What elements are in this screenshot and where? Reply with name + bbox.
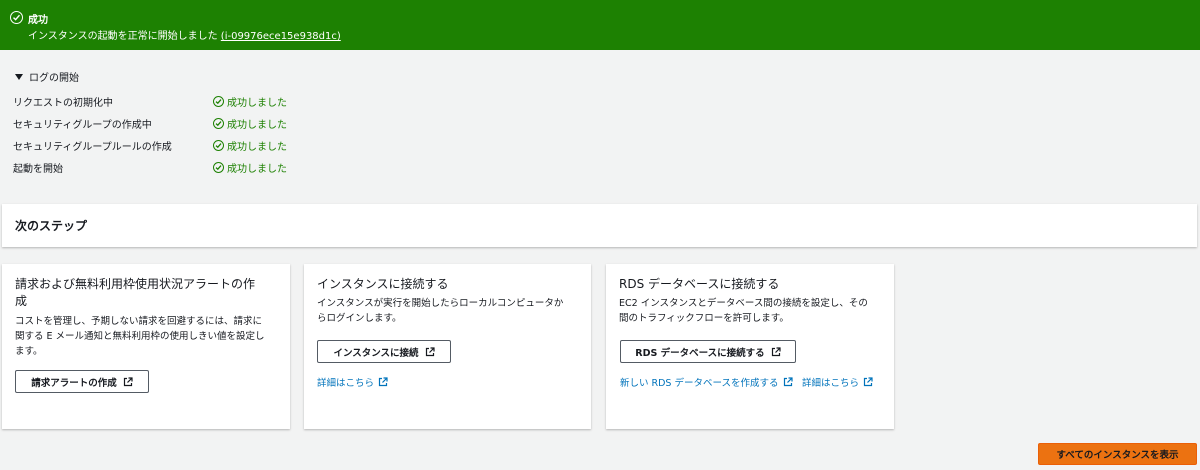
card-description: コストを管理し、予期しない請求を回避するには、請求に 関する E メール通知と無… xyxy=(15,314,265,359)
check-circle-icon xyxy=(213,162,224,173)
button-label: RDS データベースに接続する xyxy=(635,347,765,359)
external-link-icon xyxy=(863,377,873,387)
log-row-status-text: 成功しました xyxy=(227,98,287,109)
log-row-status-text: 成功しました xyxy=(227,164,287,175)
learn-more-link[interactable]: 詳細はこちら xyxy=(317,375,388,389)
card-title: 請求および無料利用枠使用状況アラートの作 成 xyxy=(15,276,255,310)
connect-rds-button[interactable]: RDS データベースに接続する xyxy=(620,340,796,363)
link-label: 新しい RDS データベースを作成する xyxy=(620,378,779,389)
log-row-status: 成功しました xyxy=(213,138,287,153)
connect-instance-card: インスタンスに接続する インスタンスが実行を開始したらローカルコンピュータか ら… xyxy=(304,264,591,429)
card-description: EC2 インスタンスとデータベース間の接続を設定し、その 間のトラフィックフロー… xyxy=(619,296,868,326)
card-description-line: らログインします。 xyxy=(317,313,402,324)
caret-down-icon xyxy=(15,73,23,80)
card-description-line: インスタンスが実行を開始したらローカルコンピュータか xyxy=(317,298,564,309)
log-row: セキュリティグループルールの作成 成功しました xyxy=(13,138,313,153)
rds-connect-card: RDS データベースに接続する EC2 インスタンスとデータベース間の接続を設定… xyxy=(606,264,894,429)
log-row-status: 成功しました xyxy=(213,94,287,109)
check-circle-icon xyxy=(213,118,224,129)
log-row-status: 成功しました xyxy=(213,160,287,175)
check-circle-icon xyxy=(10,11,23,24)
log-row-status-text: 成功しました xyxy=(227,120,287,131)
external-link-icon xyxy=(123,376,133,386)
log-row-label: リクエストの初期化中 xyxy=(13,98,113,109)
learn-more-link[interactable]: 詳細はこちら xyxy=(802,375,873,389)
instance-id-link[interactable]: (i-09976ece15e938d1c) xyxy=(221,31,341,42)
create-rds-link[interactable]: 新しい RDS データベースを作成する xyxy=(620,375,793,389)
card-title: インスタンスに接続する xyxy=(317,277,449,291)
check-circle-icon xyxy=(213,140,224,151)
card-title-line: 成 xyxy=(15,294,28,308)
banner-message-text: インスタンスの起動を正常に開始しました xyxy=(28,31,218,42)
log-heading: ログの開始 xyxy=(29,73,79,84)
external-link-icon xyxy=(771,346,781,356)
billing-alert-card: 請求および無料利用枠使用状況アラートの作 成 コストを管理し、予期しない請求を回… xyxy=(2,264,290,429)
card-description-line: ます。 xyxy=(15,346,43,357)
card-description-line: 関する E メール通知と無料利用枠の使用しきい値を設定し xyxy=(15,331,265,342)
card-description-line: 間のトラフィックフローを許可します。 xyxy=(619,313,789,324)
check-circle-icon xyxy=(213,96,224,107)
log-row-label: セキュリティグループの作成中 xyxy=(13,120,152,131)
card-title: RDS データベースに接続する xyxy=(619,277,780,291)
log-row-status-text: 成功しました xyxy=(227,142,287,153)
external-link-icon xyxy=(378,377,388,387)
external-link-icon xyxy=(783,377,793,387)
banner-message: インスタンスの起動を正常に開始しました (i-09976ece15e938d1c… xyxy=(28,27,341,42)
link-label: 詳細はこちら xyxy=(802,378,860,389)
card-title-line: 請求および無料利用枠使用状況アラートの作 xyxy=(15,277,256,291)
next-steps-heading: 次のステップ xyxy=(15,219,88,233)
log-row: セキュリティグループの作成中 成功しました xyxy=(13,116,313,131)
log-row-label: 起動を開始 xyxy=(13,164,63,175)
success-banner: 成功 インスタンスの起動を正常に開始しました (i-09976ece15e938… xyxy=(0,0,1200,50)
log-row-status: 成功しました xyxy=(213,116,287,131)
card-description-line: EC2 インスタンスとデータベース間の接続を設定し、その xyxy=(619,298,868,309)
banner-title: 成功 xyxy=(28,15,48,26)
create-billing-alert-button[interactable]: 請求アラートの作成 xyxy=(15,370,149,393)
next-steps-panel: 次のステップ xyxy=(2,204,1197,247)
connect-instance-button[interactable]: インスタンスに接続 xyxy=(317,340,451,363)
link-label: 詳細はこちら xyxy=(317,378,375,389)
external-link-icon xyxy=(425,346,435,356)
log-row: リクエストの初期化中 成功しました xyxy=(13,94,313,109)
button-label: 請求アラートの作成 xyxy=(31,377,117,389)
view-all-instances-button[interactable]: すべてのインスタンスを表示 xyxy=(1038,443,1197,465)
card-description-line: コストを管理し、予期しない請求を回避するには、請求に xyxy=(15,316,263,327)
log-toggle[interactable]: ログの開始 xyxy=(15,69,79,84)
button-label: インスタンスに接続 xyxy=(333,347,419,359)
log-row: 起動を開始 成功しました xyxy=(13,160,313,175)
card-description: インスタンスが実行を開始したらローカルコンピュータか らログインします。 xyxy=(317,296,563,326)
log-row-label: セキュリティグループルールの作成 xyxy=(13,142,172,153)
